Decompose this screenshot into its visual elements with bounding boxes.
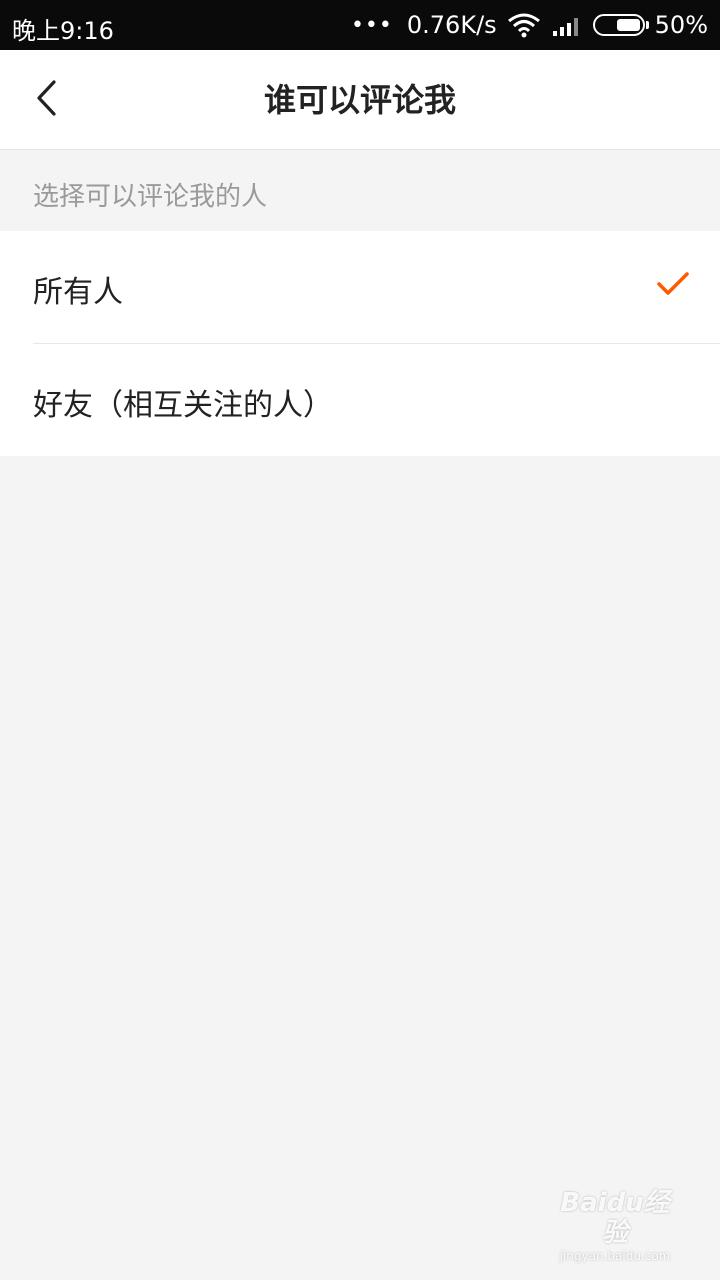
battery-percent: 50% [654, 11, 708, 39]
back-button[interactable] [18, 72, 74, 128]
option-label: 好友（相互关注的人） [33, 388, 333, 423]
option-friends[interactable]: 好友（相互关注的人） [0, 344, 720, 456]
status-bar: 晚上9:16 ••• 0.76K/s 50% [0, 0, 720, 50]
baidu-watermark: Baidu经验 jingyan.baidu.com [550, 1188, 680, 1264]
checkmark-icon [656, 271, 690, 301]
battery-fill [616, 19, 640, 31]
status-time: 晚上9:16 [12, 17, 114, 45]
battery-icon [592, 14, 649, 36]
more-dots: ••• [350, 12, 393, 38]
watermark-logo: Baidu经验 [560, 1188, 670, 1248]
option-label: 所有人 [33, 275, 123, 310]
network-speed: 0.76K/s [406, 11, 497, 39]
section-header-label: 选择可以评论我的人 [33, 182, 268, 212]
page-title: 谁可以评论我 [263, 81, 456, 119]
watermark-url: jingyan.baidu.com [559, 1249, 671, 1263]
nav-bar: 谁可以评论我 [0, 50, 720, 150]
options-list: 所有人 好友（相互关注的人） [0, 231, 720, 456]
chevron-left-icon [34, 79, 58, 121]
option-everyone[interactable]: 所有人 [0, 231, 720, 344]
signal-icon [551, 13, 583, 37]
status-icons: ••• 0.76K/s 50% [351, 0, 708, 50]
section-header: 选择可以评论我的人 [0, 150, 720, 231]
wifi-icon [507, 12, 541, 38]
